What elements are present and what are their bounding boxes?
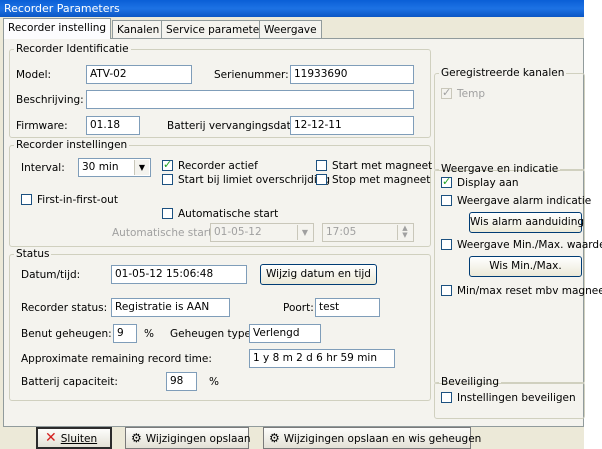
opslaan-label: Wijzigingen opslaan: [145, 433, 251, 445]
identificatie-legend: Recorder Identificatie: [16, 43, 129, 55]
opslaan-button[interactable]: ⚙ Wijzigingen opslaan: [125, 427, 251, 449]
kanalen-legend: Geregistreerde kanalen: [441, 67, 565, 79]
minmax-waarden-checkbox[interactable]: Weergave Min./Max. waarden: [441, 239, 602, 252]
beschrijving-label: Beschrijving:: [16, 94, 84, 106]
opslaan-wis-label: Wijzigingen opslaan en wis geheugen: [283, 433, 482, 445]
batterij-datum-field[interactable]: 12-12-11: [290, 116, 414, 135]
batterij-capaciteit-field[interactable]: 98: [166, 372, 197, 391]
check-icon: [441, 86, 452, 99]
display-aan-checkbox[interactable]: Display aan: [441, 175, 519, 190]
benut-label: Benut geheugen:: [21, 328, 112, 340]
chevron-down-icon: ▼: [297, 225, 312, 240]
start-limiet-label: Start bij limiet overschrijding: [178, 174, 331, 186]
fifo-checkbox[interactable]: First-in-first-out: [21, 194, 118, 207]
weergave-legend: Weergave en indicatie: [441, 163, 559, 175]
interval-label: Interval:: [21, 162, 65, 174]
recorder-actief-checkbox[interactable]: Recorder actief: [162, 158, 258, 173]
firmware-label: Firmware:: [16, 120, 68, 132]
tab-weergave[interactable]: Weergave: [259, 20, 322, 38]
tab-recorder-instelling[interactable]: Recorder instelling: [3, 18, 112, 39]
benut-field[interactable]: 9: [113, 324, 137, 343]
auto-start-date: 01-05-12 ▼: [210, 223, 314, 242]
display-aan-label: Display aan: [457, 177, 519, 189]
close-icon: ✕: [45, 430, 57, 446]
save-recorder-icon: ⚙: [269, 431, 280, 445]
opslaan-wis-button[interactable]: ⚙ Wijzigingen opslaan en wis geheugen: [263, 427, 481, 449]
firmware-field[interactable]: 01.18: [86, 116, 140, 135]
auto-start-time: 17:05 ▲ ▼: [322, 223, 414, 242]
spinner-icon: ▲ ▼: [397, 225, 412, 240]
status-legend: Status: [16, 248, 50, 260]
check-icon: [162, 158, 173, 171]
minmax-waarden-label: Weergave Min./Max. waarden: [457, 239, 602, 251]
start-magneet-label: Start met magneet: [332, 160, 433, 172]
geheugen-type-label: Geheugen type:: [170, 328, 255, 340]
auto-start-label: Automatische start: [178, 208, 279, 220]
geheugen-type-field[interactable]: Verlengd: [249, 324, 321, 343]
recorder-status-label: Recorder status:: [21, 302, 108, 314]
poort-field[interactable]: test: [315, 298, 380, 317]
wis-minmax-button[interactable]: Wis Min./Max.: [469, 256, 582, 277]
datum-field[interactable]: 01-05-12 15:06:48: [111, 265, 247, 284]
alarm-indicatie-checkbox[interactable]: Weergave alarm indicatie: [441, 195, 591, 208]
serienummer-field[interactable]: 11933690: [290, 65, 414, 84]
chevron-down-icon[interactable]: ▼: [134, 160, 149, 175]
recorder-actief-label: Recorder actief: [178, 160, 258, 172]
temp-channel-label: Temp: [457, 88, 485, 100]
window-title: Recorder Parameters: [0, 0, 584, 17]
minmax-reset-label: Min/max reset mbv magneet: [457, 285, 602, 297]
sluiten-button[interactable]: ✕ Sluiten: [36, 427, 112, 449]
auto-start-field-label: Automatische start:: [112, 227, 216, 239]
minmax-reset-checkbox[interactable]: Min/max reset mbv magneet: [441, 285, 602, 298]
interval-value: 30 min: [82, 161, 119, 173]
kanalen-group: Geregistreerde kanalen: [434, 68, 585, 171]
sluiten-label: Sluiten: [60, 433, 98, 445]
tab-kanalen[interactable]: Kanalen: [112, 20, 165, 38]
recorder-status-field[interactable]: Registratie is AAN: [111, 298, 230, 317]
start-magneet-checkbox[interactable]: Start met magneet: [316, 160, 432, 173]
remaining-field[interactable]: 1 y 8 m 2 d 6 hr 59 min: [249, 349, 395, 368]
datum-label: Datum/tijd:: [21, 269, 81, 281]
auto-start-date-value: 01-05-12: [214, 226, 262, 238]
batterij-capaciteit-label: Batterij capaciteit:: [21, 376, 118, 388]
stop-magneet-checkbox[interactable]: Stop met magneet: [316, 174, 430, 187]
beschrijving-field[interactable]: [86, 90, 414, 109]
wijzig-datum-button[interactable]: Wijzig datum en tijd: [260, 264, 377, 285]
wis-alarm-button[interactable]: Wis alarm aanduiding: [469, 212, 584, 233]
tab-page: Recorder Identificatie Model: ATV-02 Ser…: [3, 38, 602, 427]
start-limiet-checkbox[interactable]: Start bij limiet overschrijding: [162, 174, 330, 187]
auto-start-checkbox[interactable]: Automatische start: [162, 208, 278, 221]
stop-magneet-label: Stop met magneet: [332, 174, 431, 186]
auto-start-time-value: 17:05: [326, 226, 357, 238]
beveiliging-legend: Beveiliging: [441, 376, 499, 388]
serienummer-label: Serienummer:: [214, 69, 289, 81]
alarm-indicatie-label: Weergave alarm indicatie: [457, 195, 592, 207]
model-label: Model:: [16, 69, 52, 81]
fifo-label: First-in-first-out: [37, 194, 118, 206]
tab-service-parameters[interactable]: Service parameters: [161, 20, 275, 38]
temp-channel-checkbox: Temp: [441, 86, 485, 101]
batterij-capaciteit-unit: %: [209, 376, 219, 388]
instellingen-beveiligen-label: Instellingen beveiligen: [457, 392, 576, 404]
remaining-label: Approximate remaining record time:: [21, 353, 212, 365]
instellingen-legend: Recorder instellingen: [16, 139, 128, 151]
model-field[interactable]: ATV-02: [86, 65, 192, 84]
recorder-parameters-window: Recorder instelling Kanalen Service para…: [0, 17, 602, 449]
save-recorder-icon: ⚙: [131, 431, 142, 445]
benut-unit: %: [144, 328, 154, 340]
check-icon: [441, 175, 452, 188]
interval-select[interactable]: 30 min ▼: [78, 158, 151, 177]
poort-label: Poort:: [283, 302, 314, 314]
instellingen-beveiligen-checkbox[interactable]: Instellingen beveiligen: [441, 392, 576, 405]
